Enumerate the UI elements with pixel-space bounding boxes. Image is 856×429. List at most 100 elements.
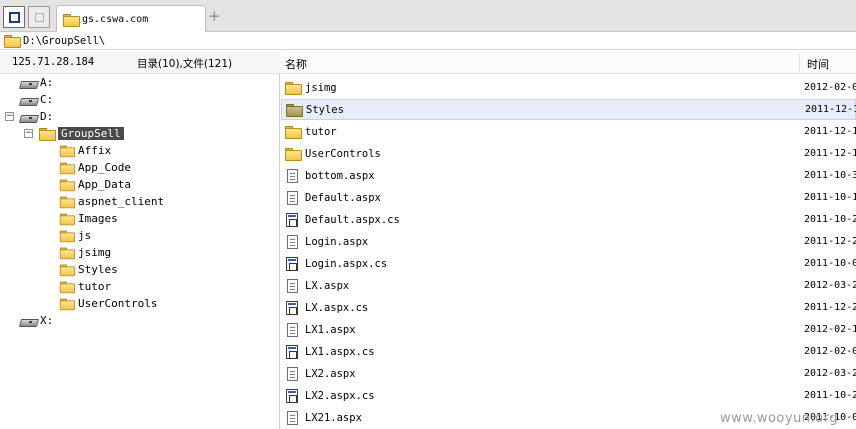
window-mode-button[interactable] xyxy=(3,6,25,28)
tree-label: App_Code xyxy=(78,161,131,174)
file-icon-cell xyxy=(284,256,300,271)
tree-drive-c[interactable]: C: xyxy=(20,91,53,108)
file-row[interactable]: Styles 2011-12-1 xyxy=(281,99,856,120)
tab-site[interactable]: gs.cswa.com xyxy=(56,5,206,32)
window-mode-alt-button[interactable] xyxy=(28,6,50,28)
server-ip: 125.71.28.184 xyxy=(12,56,95,68)
tree-folder-app-data[interactable]: App_Data xyxy=(59,176,131,193)
file-name: Styles xyxy=(306,103,344,116)
tree-folder-groupsell[interactable]: GroupSell xyxy=(39,125,124,142)
file-name: Login.aspx xyxy=(305,235,369,248)
file-row[interactable]: LX2.aspx.cs 2011-10-2 xyxy=(281,385,856,406)
file-time: 2011-12-1 xyxy=(805,104,856,115)
file-icon-cell xyxy=(284,344,300,359)
file-row[interactable]: LX1.aspx.cs 2012-02-0 xyxy=(281,341,856,362)
file-row[interactable]: bottom.aspx 2011-10-3 xyxy=(281,165,856,186)
file-name: LX1.aspx.cs xyxy=(305,345,375,358)
tree-drive-d[interactable]: D: xyxy=(20,108,53,125)
folder-icon xyxy=(59,247,76,260)
file-list: 名称 时间 jsimg 2012-02-0 Styles 2011-12-1 tutor… xyxy=(281,51,856,429)
file-time: 2011-12-1 xyxy=(804,148,856,159)
file-row[interactable]: LX1.aspx 2012-02-1 xyxy=(281,319,856,340)
file-row[interactable]: UserControls 2011-12-1 xyxy=(281,143,856,164)
folder-icon xyxy=(39,128,56,141)
document-icon xyxy=(286,410,298,425)
file-icon-cell xyxy=(284,190,300,205)
tree-label: D: xyxy=(40,110,54,123)
tree-folder-styles[interactable]: Styles xyxy=(59,261,118,278)
tree-folder-images[interactable]: Images xyxy=(59,210,118,227)
path-bar[interactable]: D:\GroupSell\ xyxy=(0,32,856,50)
collapse-groupsell-button[interactable]: − xyxy=(24,129,33,138)
tree-folder-aspnet-client[interactable]: aspnet_client xyxy=(59,193,164,210)
file-name: Login.aspx.cs xyxy=(305,257,388,270)
tree-drive-x[interactable]: X: xyxy=(20,312,53,329)
file-time: 2011-10-2 xyxy=(804,214,856,225)
file-time: 2011-10-3 xyxy=(804,170,856,181)
file-icon-cell xyxy=(284,168,300,183)
file-time: 2012-02-0 xyxy=(804,346,856,357)
folder-icon xyxy=(4,35,21,48)
file-time: 2012-03-2 xyxy=(804,280,856,291)
window-icon xyxy=(9,12,20,23)
file-icon-cell xyxy=(284,126,302,139)
add-tab-button[interactable]: + xyxy=(208,9,221,24)
file-icon-cell xyxy=(285,104,303,117)
directory-tree: A: C: − D: − GroupSell Affix App_Code Ap… xyxy=(0,74,280,429)
column-divider[interactable] xyxy=(799,53,800,72)
file-row[interactable]: Default.aspx.cs 2011-10-2 xyxy=(281,209,856,230)
tree-folder-usercontrols[interactable]: UserControls xyxy=(59,295,157,312)
file-list-header: 名称 时间 xyxy=(281,51,856,74)
file-icon-cell xyxy=(284,322,300,337)
tree-folder-tutor[interactable]: tutor xyxy=(59,278,111,295)
path-text: D:\GroupSell\ xyxy=(23,34,106,47)
drive-icon xyxy=(20,113,36,121)
file-name: bottom.aspx xyxy=(305,169,375,182)
column-time-header[interactable]: 时间 xyxy=(807,56,829,72)
column-name-header[interactable]: 名称 xyxy=(285,56,307,72)
code-file-icon xyxy=(286,212,298,227)
file-name: UserControls xyxy=(305,147,381,160)
file-icon-cell xyxy=(284,212,300,227)
file-name: jsimg xyxy=(305,81,337,94)
folder-icon xyxy=(284,82,302,95)
file-row[interactable]: Login.aspx.cs 2011-10-0 xyxy=(281,253,856,274)
folder-icon xyxy=(59,298,76,311)
tree-label: C: xyxy=(40,93,54,106)
tree-drive-a[interactable]: A: xyxy=(20,74,53,91)
file-row[interactable]: LX.aspx 2012-03-2 xyxy=(281,275,856,296)
file-row[interactable]: LX2.aspx 2012-03-2 xyxy=(281,363,856,384)
folder-icon xyxy=(59,179,76,192)
file-icon-cell xyxy=(284,410,300,425)
document-icon xyxy=(286,190,298,205)
tree-label: App_Data xyxy=(78,178,131,191)
file-icon-cell xyxy=(284,148,302,161)
tree-folder-js[interactable]: js xyxy=(59,227,91,244)
folder-icon xyxy=(59,162,76,175)
file-time: 2011-10-0 xyxy=(804,258,856,269)
folder-icon xyxy=(59,145,76,158)
file-row[interactable]: jsimg 2012-02-0 xyxy=(281,77,856,98)
file-icon-cell xyxy=(284,366,300,381)
file-row[interactable]: tutor 2011-12-1 xyxy=(281,121,856,142)
tree-label: UserControls xyxy=(78,297,158,310)
file-name: LX.aspx.cs xyxy=(305,301,369,314)
file-name: Default.aspx xyxy=(305,191,381,204)
tree-folder-jsimg[interactable]: jsimg xyxy=(59,244,111,261)
tree-folder-app-code[interactable]: App_Code xyxy=(59,159,131,176)
file-time: 2011-12-1 xyxy=(804,126,856,137)
file-name: Default.aspx.cs xyxy=(305,213,400,226)
file-row[interactable]: LX.aspx.cs 2011-12-2 xyxy=(281,297,856,318)
square-icon xyxy=(35,13,44,22)
file-icon-cell xyxy=(284,82,302,95)
tree-label: jsimg xyxy=(78,246,112,259)
document-icon xyxy=(286,322,298,337)
file-row[interactable]: Default.aspx 2011-10-1 xyxy=(281,187,856,208)
tree-folder-affix[interactable]: Affix xyxy=(59,142,111,159)
collapse-d-button[interactable]: − xyxy=(5,112,14,121)
tree-label-selected: GroupSell xyxy=(58,127,124,140)
tree-label: A: xyxy=(40,76,54,89)
document-icon xyxy=(286,278,298,293)
file-row[interactable]: Login.aspx 2011-12-2 xyxy=(281,231,856,252)
code-file-icon xyxy=(286,388,298,403)
